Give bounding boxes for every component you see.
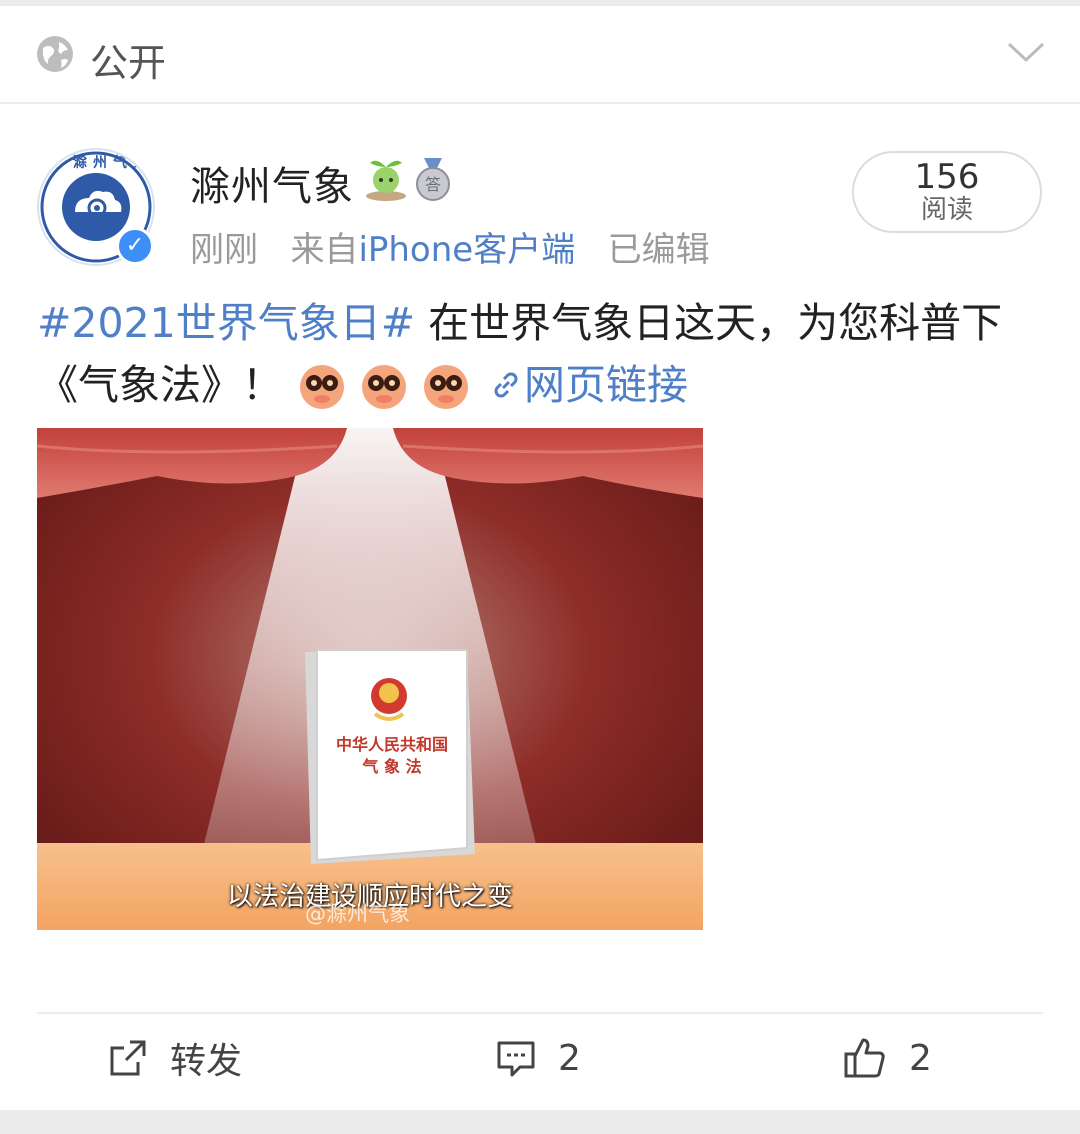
read-count-pill[interactable]: 156 阅读 — [852, 151, 1042, 233]
comment-count: 2 — [558, 1037, 581, 1079]
book-title-line1: 中华人民共和国 — [336, 735, 448, 754]
emoji-icon — [362, 365, 407, 409]
svg-text:答: 答 — [425, 175, 441, 194]
divider — [37, 1012, 1043, 1014]
like-count: 2 — [909, 1037, 932, 1079]
hashtag-link[interactable]: #2021世界气象日# — [37, 299, 415, 347]
post-source-prefix: 来自 — [290, 230, 359, 270]
medal-badge-icon[interactable]: 答 — [414, 158, 452, 202]
post-time: 刚刚 — [190, 230, 258, 270]
post-source[interactable]: iPhone客户端 — [358, 230, 575, 270]
action-bar: 转发 2 2 — [0, 1018, 1080, 1102]
post-text-line2: 《气象法》！ — [37, 361, 297, 409]
emoji-icon — [424, 365, 469, 409]
visibility-label: 公开 — [90, 41, 167, 85]
globe-icon — [37, 36, 73, 72]
repost-icon — [110, 1040, 146, 1076]
thumbs-up-icon — [844, 1038, 885, 1078]
user-name[interactable]: 滁州气象 — [190, 154, 354, 212]
chevron-down-icon[interactable] — [1006, 40, 1046, 64]
image-watermark: @滁州气象 — [305, 902, 410, 926]
like-button[interactable]: 2 — [843, 1032, 932, 1084]
visibility-selector[interactable]: 公开 — [0, 6, 1080, 104]
post-meta: 刚刚 来自iPhone客户端 已编辑 — [190, 222, 710, 271]
repost-button[interactable]: 转发 — [108, 1032, 242, 1084]
bottom-strip — [0, 1110, 1080, 1134]
avatar-text: 滁州气象 — [73, 155, 153, 171]
sprout-badge-icon[interactable] — [362, 156, 410, 202]
post-image[interactable]: 中华人民共和国 气 象 法 以法治建设顺应时代之变 @滁州气象 — [37, 428, 703, 930]
read-label: 阅读 — [920, 195, 973, 225]
book-title-line2: 气 象 法 — [361, 757, 421, 776]
repost-label: 转发 — [170, 1041, 243, 1082]
post-text: #2021世界气象日# 在世界气象日这天，为您科普下 《气象法》！ 网页链接 — [37, 292, 1047, 416]
edited-label[interactable]: 已编辑 — [608, 230, 710, 270]
comment-button[interactable]: 2 — [496, 1032, 581, 1084]
post-text-line1: 在世界气象日这天，为您科普下 — [415, 299, 1003, 347]
emoji-icon — [300, 365, 345, 409]
verified-badge-icon: ✓ — [116, 227, 154, 265]
comment-icon — [497, 1041, 535, 1077]
link-icon[interactable] — [488, 367, 524, 403]
web-link[interactable]: 网页链接 — [524, 361, 688, 409]
read-count: 156 — [914, 157, 980, 197]
